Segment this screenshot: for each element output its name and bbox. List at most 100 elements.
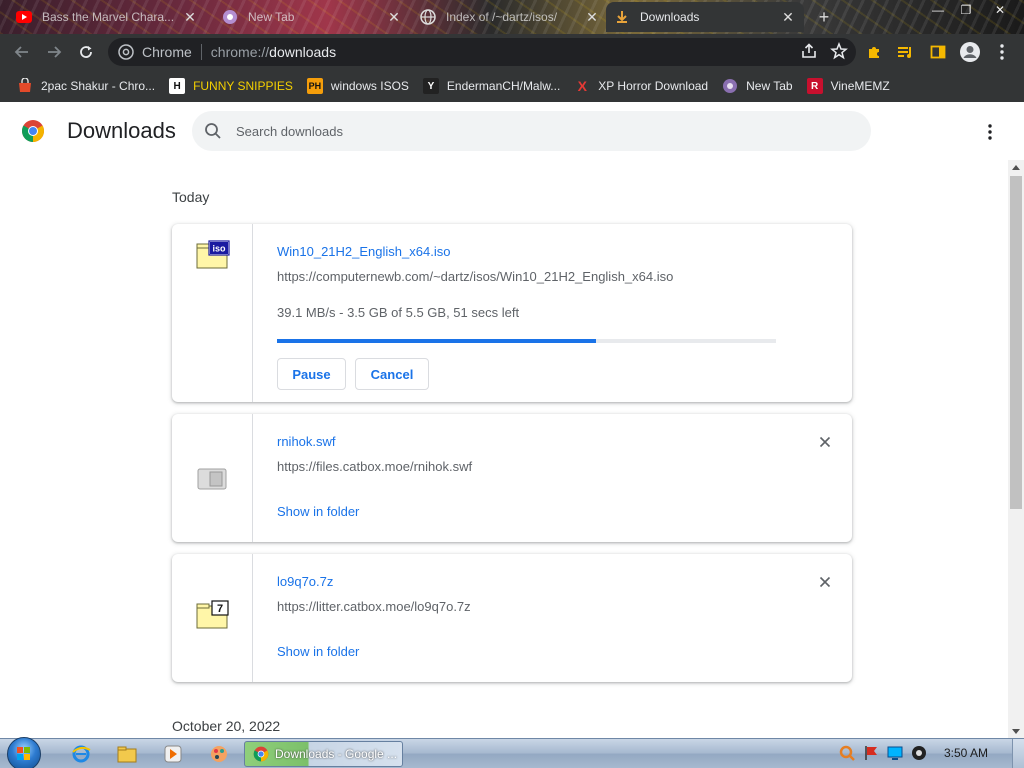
bookmark-item[interactable]: H FUNNY SNIPPIES (162, 72, 300, 100)
show-in-folder-link[interactable]: Show in folder (277, 644, 359, 659)
internet-explorer-icon[interactable] (70, 743, 92, 765)
remove-button[interactable] (815, 432, 835, 452)
restore-button[interactable]: ❐ (952, 0, 980, 20)
chrome-icon (253, 746, 269, 762)
toolbar: Chrome chrome://downloads (0, 34, 1024, 70)
kebab-menu-icon (1000, 44, 1004, 60)
bookmark-item[interactable]: 2pac Shakur - Chro... (10, 72, 162, 100)
star-icon[interactable] (830, 42, 848, 60)
media-player-icon[interactable] (162, 743, 184, 765)
reload-icon (80, 46, 92, 58)
system-tray (838, 744, 928, 762)
more-actions-button[interactable] (978, 120, 1002, 144)
arrow-right-icon (48, 46, 62, 58)
scroll-up-arrow-icon[interactable] (1008, 160, 1024, 174)
close-icon[interactable]: ✕ (182, 9, 198, 25)
address-bar[interactable]: Chrome chrome://downloads (108, 38, 856, 66)
site-label: Chrome (142, 44, 192, 60)
media-control-button[interactable] (890, 36, 922, 68)
bookmark-item[interactable]: X XP Horror Download (567, 72, 715, 100)
close-icon[interactable]: ✕ (780, 9, 796, 25)
magnifier-icon[interactable] (838, 744, 856, 762)
file-explorer-icon[interactable] (116, 743, 138, 765)
avatar-icon (960, 42, 980, 62)
reload-button[interactable] (70, 36, 102, 68)
page-header: Downloads (0, 102, 1024, 160)
paint-icon[interactable] (208, 743, 230, 765)
puzzle-icon (869, 47, 879, 58)
tab-1[interactable]: Bass the Marvel Chara... ✕ (8, 2, 206, 32)
tab-downloads[interactable]: Downloads ✕ (606, 2, 804, 32)
download-item: 7 lo9q7o.7z https://litter.catbox.moe/lo… (172, 554, 852, 682)
scrollbar-thumb[interactable] (1010, 176, 1022, 509)
taskbar: Downloads - Google ... 3:50 AM (0, 737, 1024, 768)
ph-letter-icon: PH (306, 78, 323, 94)
file-url: https://computernewb.com/~dartz/isos/Win… (277, 269, 674, 284)
profile-button[interactable] (954, 36, 986, 68)
chrome-logo-icon (22, 120, 44, 142)
tab-3[interactable]: Index of /~dartz/isos/ ✕ (412, 2, 608, 32)
close-icon[interactable]: ✕ (584, 9, 600, 25)
url-path: downloads (269, 44, 337, 60)
arrow-left-icon (14, 46, 28, 58)
kebab-menu-icon (988, 124, 992, 140)
file-name-link[interactable]: rnihok.swf (277, 434, 336, 449)
remove-button[interactable] (815, 572, 835, 592)
progress-bar (277, 339, 776, 343)
file-name-link[interactable]: Win10_21H2_English_x64.iso (277, 244, 450, 259)
bookmark-label: New Tab (746, 79, 793, 93)
bookmark-label: 2pac Shakur - Chro... (41, 79, 156, 93)
chrome-icon (118, 44, 134, 60)
scrollbar[interactable] (1008, 160, 1024, 738)
tab-title: Index of /~dartz/isos/ (446, 10, 558, 24)
file-name-link[interactable]: lo9q7o.7z (277, 574, 333, 589)
side-panel-icon (930, 45, 946, 59)
globe-icon (722, 78, 738, 94)
close-window-button[interactable]: ✕ (982, 0, 1018, 20)
search-input[interactable] (236, 123, 836, 139)
minimize-button[interactable]: — (924, 0, 952, 20)
start-button[interactable] (7, 737, 41, 768)
menu-button[interactable] (986, 36, 1018, 68)
h-letter-icon: H (169, 78, 186, 94)
flag-icon[interactable] (862, 744, 880, 762)
extensions-button[interactable] (858, 36, 890, 68)
display-icon[interactable] (886, 744, 904, 762)
taskbar-window-title: Downloads - Google ... (275, 747, 398, 761)
url-scheme: chrome:// (210, 44, 270, 60)
pause-button[interactable]: Pause (277, 358, 346, 390)
swf-file-icon (197, 468, 227, 490)
download-icon (614, 9, 630, 25)
download-item: iso Win10_21H2_English_x64.iso https://c… (172, 224, 852, 402)
bookmark-label: XP Horror Download (598, 79, 709, 93)
share-icon[interactable] (800, 42, 818, 60)
scroll-down-arrow-icon[interactable] (1008, 724, 1024, 738)
show-in-folder-link[interactable]: Show in folder (277, 504, 359, 519)
bookmark-label: EndermanCH/Malw... (446, 79, 561, 93)
bookmark-item[interactable]: PH windows ISOS (300, 72, 416, 100)
show-desktop-button[interactable] (1012, 739, 1024, 768)
bookmark-item[interactable]: New Tab (715, 72, 799, 100)
clock[interactable]: 3:50 AM (944, 746, 988, 760)
bookmark-label: FUNNY SNIPPIES (193, 79, 293, 93)
page-title: Downloads (67, 118, 176, 143)
close-icon[interactable]: ✕ (386, 9, 402, 25)
tab-2[interactable]: New Tab ✕ (214, 2, 410, 32)
search-box[interactable] (192, 111, 871, 151)
windows-logo-icon (17, 747, 30, 760)
new-tab-button[interactable]: + (812, 6, 836, 28)
date-heading: Today (172, 189, 210, 205)
search-icon (205, 123, 221, 139)
download-status: 39.1 MB/s - 3.5 GB of 5.5 GB, 51 secs le… (277, 305, 520, 320)
cancel-button[interactable]: Cancel (355, 358, 429, 390)
taskbar-chrome-window[interactable]: Downloads - Google ... (244, 741, 403, 767)
forward-button[interactable] (38, 36, 70, 68)
back-button[interactable] (6, 36, 38, 68)
bookmark-item[interactable]: Y EndermanCH/Malw... (416, 72, 567, 100)
chrome-web-store-icon (17, 78, 33, 94)
downloads-page: Downloads Today iso Win10_21H2_English_x… (0, 102, 1024, 738)
close-icon (819, 436, 831, 448)
volume-icon[interactable] (910, 744, 928, 762)
bookmark-item[interactable]: R VineMEMZ (800, 72, 897, 100)
side-panel-button[interactable] (922, 36, 954, 68)
